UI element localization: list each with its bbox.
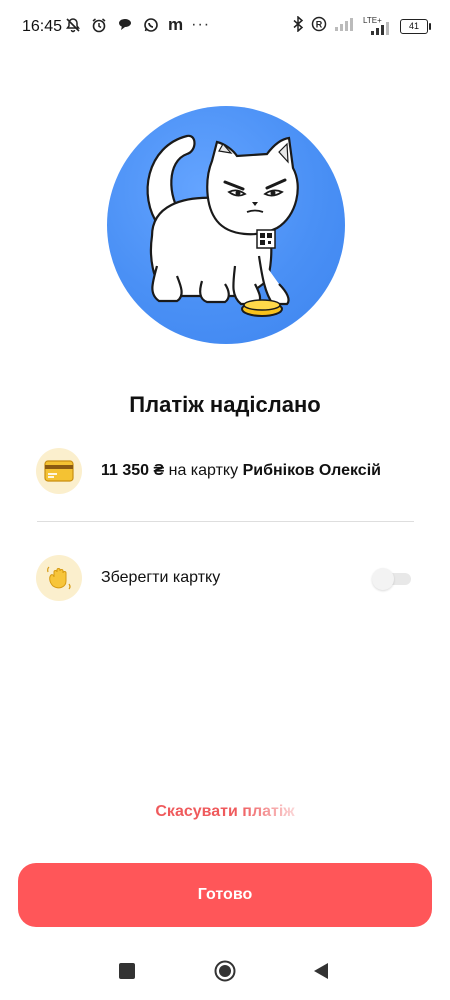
registered-icon: R [311, 16, 327, 37]
bluetooth-icon [292, 15, 304, 37]
page-title: Платіж надіслано [129, 392, 321, 417]
save-card-toggle[interactable] [372, 568, 411, 590]
cancel-payment-label: Скасувати платіж [155, 803, 295, 820]
divider [37, 521, 414, 522]
payment-summary-text: 11 350 ₴ на картку Рибніков Олексій [101, 462, 381, 480]
status-time: 16:45 [22, 18, 63, 35]
square-nav-icon[interactable] [118, 962, 136, 985]
payment-amount: 11 350 ₴ [101, 462, 165, 479]
chat-icon [116, 16, 134, 34]
payment-summary-row: 11 350 ₴ на картку Рибніков Олексій [36, 447, 416, 495]
cancel-payment-button[interactable]: Скасувати платіж [0, 803, 450, 821]
save-card-row[interactable]: Зберегти картку [36, 554, 416, 602]
more-notifications-icon: ··· [191, 16, 211, 33]
battery-icon: 41 [400, 19, 431, 34]
home-nav-icon[interactable] [214, 960, 236, 987]
cat-illustration [107, 106, 345, 344]
whatsapp-icon [142, 16, 160, 34]
signal-icon-sim2: LTE+ [363, 16, 393, 35]
back-nav-icon[interactable] [312, 962, 330, 985]
app-m-icon: m [168, 15, 184, 34]
signal-icon-sim1 [334, 17, 356, 36]
payment-recipient: Рибніков Олексій [242, 462, 381, 479]
cat-drawing [146, 134, 299, 317]
credit-card-icon [36, 448, 82, 494]
status-notification-icons: m ··· [64, 16, 210, 34]
save-card-label: Зберегти картку [101, 569, 221, 586]
alarm-icon [90, 16, 108, 34]
system-navigation-bar [0, 950, 450, 1000]
muted-bell-icon [64, 16, 82, 34]
toggle-knob [372, 568, 394, 590]
waving-hand-icon [36, 555, 82, 601]
status-bar: 16:45 m ··· R LTE+ 41 [0, 0, 450, 56]
status-system-icons: R LTE+ 41 [292, 15, 431, 37]
svg-text:R: R [316, 20, 323, 30]
payment-middle-text: на картку [168, 462, 239, 479]
done-button[interactable]: Готово [18, 863, 432, 927]
